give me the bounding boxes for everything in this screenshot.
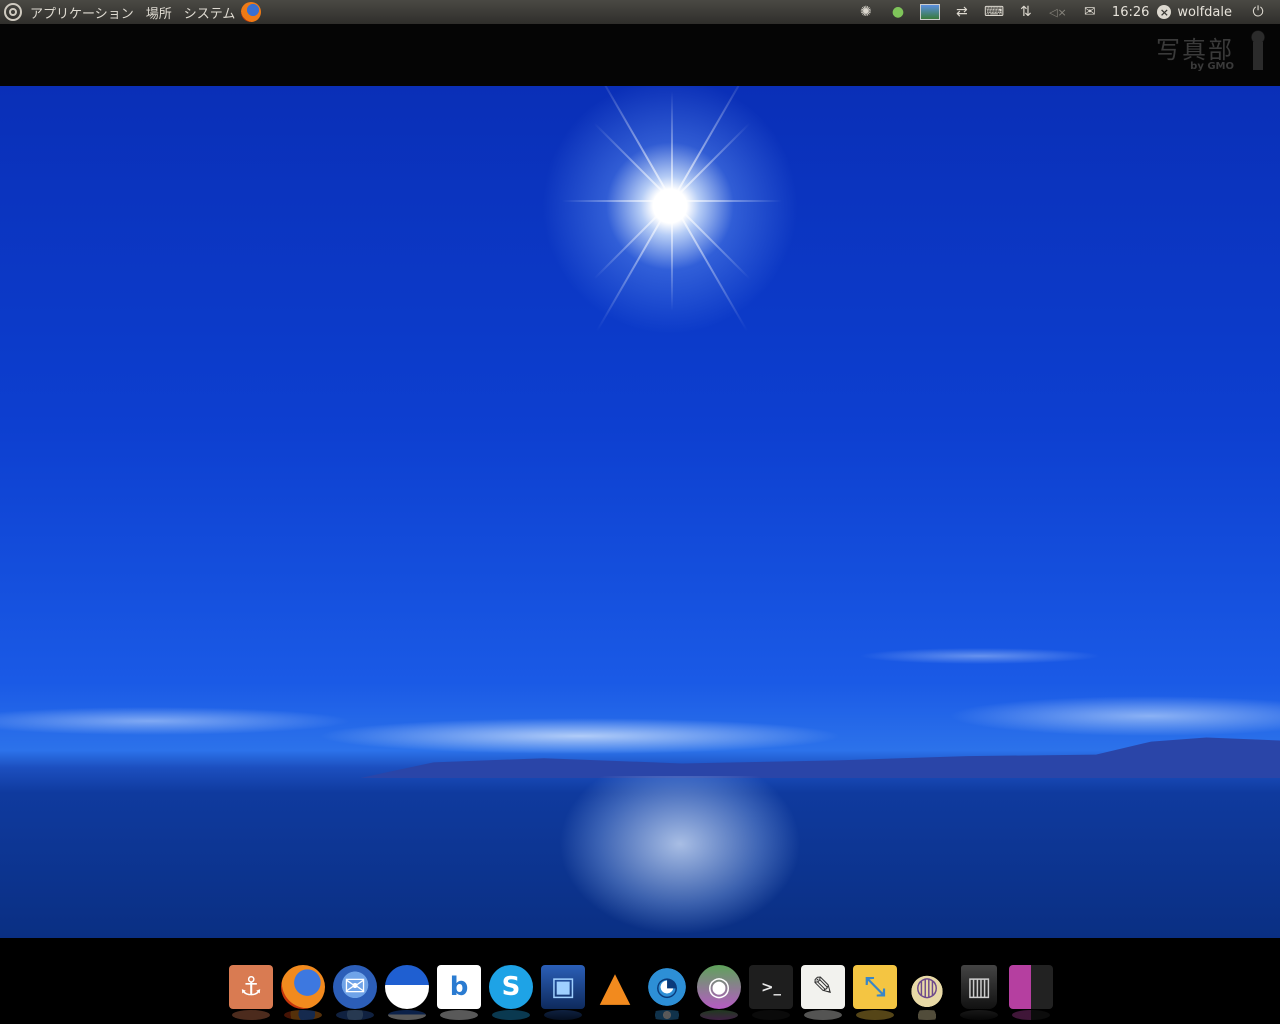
terminal-icon-glyph: >_ xyxy=(749,965,793,1009)
network-desktop-icon[interactable]: ◉ xyxy=(694,962,744,1020)
dock-reflection xyxy=(752,1010,790,1020)
ubuntu-logo-icon[interactable] xyxy=(4,3,22,21)
image-viewer-icon-glyph: ▣ xyxy=(541,965,585,1009)
firefox-icon[interactable] xyxy=(278,962,328,1020)
firefox-launcher-icon[interactable] xyxy=(241,2,262,22)
shutter-icon[interactable]: ◔ xyxy=(642,962,692,1020)
browser-icon-glyph xyxy=(385,965,429,1009)
workspace-switcher-icon-glyph xyxy=(1009,965,1053,1009)
network-desktop-icon-glyph: ◉ xyxy=(697,965,741,1009)
sea-reflection xyxy=(520,776,840,938)
thunderbird-icon[interactable]: ✉ xyxy=(330,962,380,1020)
watermark-figure-icon xyxy=(1244,30,1272,70)
watermark: 写真部 by GMO xyxy=(1156,30,1234,72)
workspace-switcher-icon[interactable] xyxy=(1006,962,1056,1020)
vmware-icon-glyph: ⤡ xyxy=(853,965,897,1009)
vlc-icon-glyph: ▲ xyxy=(599,964,631,1010)
desktop-wallpaper xyxy=(0,86,1280,938)
dock-reflection xyxy=(700,1010,738,1020)
keyboard-icon[interactable]: ⌨ xyxy=(984,3,1004,21)
image-viewer-icon[interactable]: ▣ xyxy=(538,962,588,1020)
browser-icon[interactable] xyxy=(382,962,432,1020)
dock-reflection xyxy=(596,1010,634,1020)
thunderbird-icon-glyph: ✉ xyxy=(333,965,377,1009)
banshee-icon-glyph: b xyxy=(437,965,481,1009)
top-panel: アプリケーション 場所 システム ✺ ● ⇄ ⌨ ⇅ ◁× ✉ 16:26 × … xyxy=(0,0,1280,24)
clock[interactable]: 16:26 xyxy=(1112,5,1149,20)
firefox-icon-glyph xyxy=(281,965,325,1009)
tor-onion-icon[interactable]: ● xyxy=(888,3,908,21)
terminal-icon[interactable]: >_ xyxy=(746,962,796,1020)
display-icon[interactable] xyxy=(919,3,940,21)
user-menu[interactable]: × wolfdale xyxy=(1157,5,1232,20)
username-label: wolfdale xyxy=(1177,4,1232,20)
dock-reflection xyxy=(1012,1010,1050,1020)
watermark-title: 写真部 xyxy=(1156,36,1234,64)
dock-items: ⚓ ✉ b S ▣ ▲ ◔ ◉ >_ ✎ ⤡ ◍ ▥ xyxy=(226,962,1058,1022)
dock-reflection xyxy=(544,1010,582,1020)
clouds xyxy=(0,641,1280,761)
applications-menu[interactable]: アプリケーション xyxy=(30,3,134,22)
skype-icon-glyph: S xyxy=(489,965,533,1009)
power-icon[interactable]: ⏻ xyxy=(1248,3,1268,21)
skype-icon[interactable]: S xyxy=(486,962,536,1020)
network-swirl-icon[interactable]: ✺ xyxy=(856,3,876,21)
sync-icon[interactable]: ⇄ xyxy=(952,3,972,21)
volume-muted-icon[interactable]: ◁× xyxy=(1048,3,1068,21)
dock-reflection xyxy=(960,1010,998,1020)
docky-anchor-icon[interactable]: ⚓ xyxy=(226,962,276,1020)
dock-reflection xyxy=(804,1010,842,1020)
dock-reflection xyxy=(232,1010,270,1020)
shutter-icon-glyph: ◔ xyxy=(645,965,689,1009)
dock-reflection xyxy=(856,1010,894,1020)
tor-browser-icon-glyph: ◍ xyxy=(905,965,949,1009)
dock-reflection xyxy=(388,1010,426,1020)
docky-anchor-icon-glyph: ⚓ xyxy=(229,965,273,1009)
network-updown-icon[interactable]: ⇅ xyxy=(1016,3,1036,21)
places-menu[interactable]: 場所 xyxy=(146,3,172,22)
dock-reflection xyxy=(336,1010,374,1020)
dock-reflection xyxy=(284,1010,322,1020)
wallpaper-top-band xyxy=(0,24,1280,86)
dock-reflection xyxy=(908,1010,946,1020)
dock-reflection xyxy=(440,1010,478,1020)
vlc-icon[interactable]: ▲ xyxy=(590,962,640,1012)
dock-reflection xyxy=(492,1010,530,1020)
text-editor-icon-glyph: ✎ xyxy=(801,965,845,1009)
trash-icon[interactable]: ▥ xyxy=(954,962,1004,1020)
vmware-icon[interactable]: ⤡ xyxy=(850,962,900,1020)
dock: ⚓ ✉ b S ▣ ▲ ◔ ◉ >_ ✎ ⤡ ◍ ▥ xyxy=(0,938,1280,1024)
mail-icon[interactable]: ✉ xyxy=(1080,3,1100,21)
text-editor-icon[interactable]: ✎ xyxy=(798,962,848,1020)
sun xyxy=(520,86,820,356)
dock-reflection xyxy=(648,1010,686,1020)
banshee-icon[interactable]: b xyxy=(434,962,484,1020)
user-status-icon: × xyxy=(1157,5,1172,19)
tor-browser-icon[interactable]: ◍ xyxy=(902,962,952,1020)
trash-icon-glyph: ▥ xyxy=(961,965,997,1009)
system-menu[interactable]: システム xyxy=(184,3,236,22)
